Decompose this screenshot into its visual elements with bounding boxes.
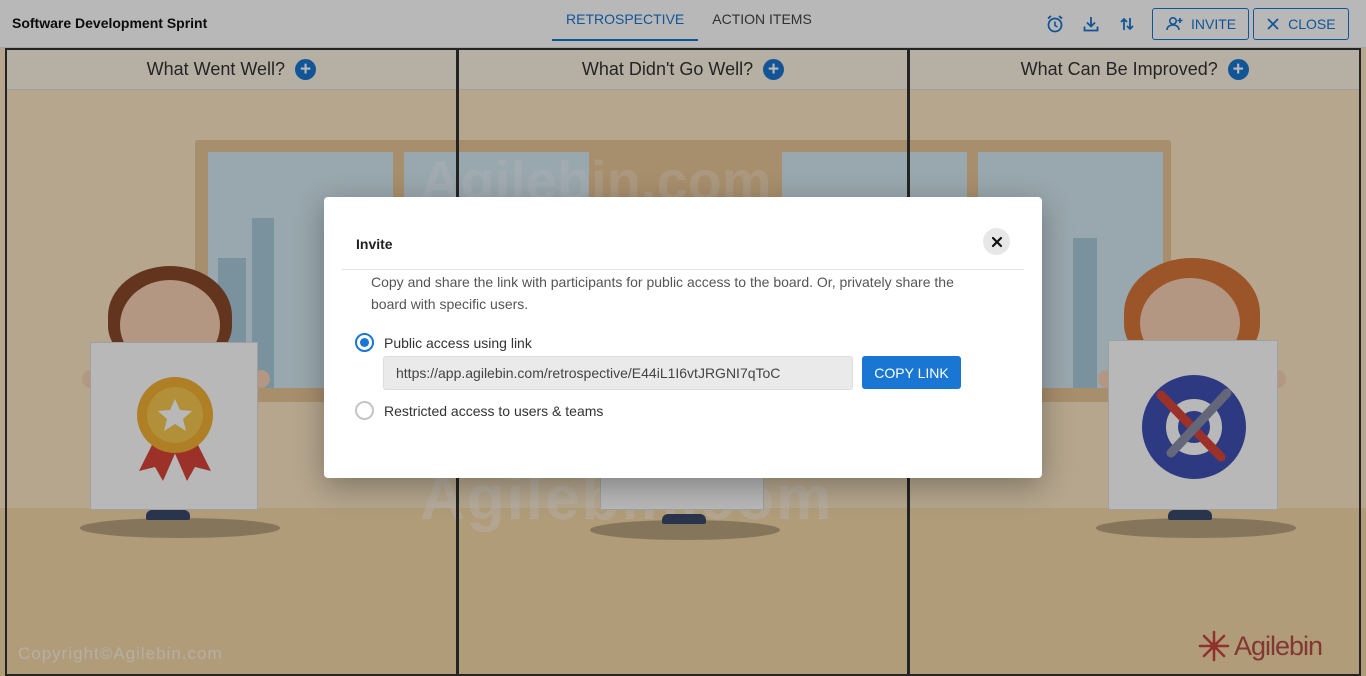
- dialog-title: Invite: [356, 236, 393, 252]
- public-access-radio[interactable]: [355, 333, 374, 352]
- restricted-access-label: Restricted access to users & teams: [384, 402, 604, 419]
- invite-dialog: Invite Copy and share the link with part…: [324, 197, 1042, 478]
- public-access-radio-option[interactable]: Public access using link: [355, 333, 532, 352]
- dialog-divider: [342, 269, 1024, 270]
- dialog-description: Copy and share the link with participant…: [371, 274, 954, 312]
- public-access-label: Public access using link: [384, 334, 532, 351]
- close-icon: [991, 236, 1002, 247]
- share-link-field[interactable]: [383, 356, 853, 390]
- copy-link-button[interactable]: COPY LINK: [862, 356, 961, 389]
- dialog-close-button[interactable]: [983, 228, 1010, 255]
- restricted-access-radio[interactable]: [355, 401, 374, 420]
- restricted-access-radio-option[interactable]: Restricted access to users & teams: [355, 401, 603, 420]
